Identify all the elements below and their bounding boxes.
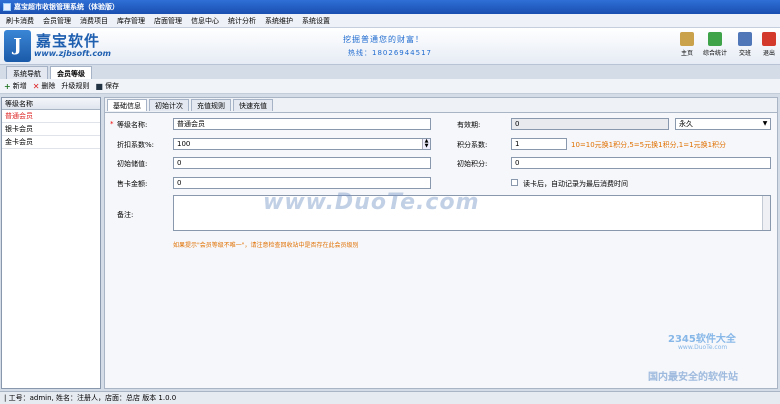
tab-member-level[interactable]: 会员等级	[50, 66, 92, 79]
menu-item-consume-items[interactable]: 消费项目	[80, 16, 108, 26]
save-button[interactable]: ■ 保存	[95, 81, 119, 91]
basic-info-form: * 等级名称: 普通会员 有效期: 0 永久 ▼ 折扣系数%: 100 ▲ ▼ 积…	[105, 112, 777, 388]
list-item[interactable]: 普通会员	[2, 110, 100, 123]
initial-stored-input[interactable]: 0	[173, 157, 431, 169]
menu-item-maintenance[interactable]: 系统维护	[265, 16, 293, 26]
sub-tabs: 基础信息 初始计次 充值规则 快速充值	[107, 99, 275, 111]
points-coefficient-label: 积分系数:	[457, 141, 488, 149]
add-button[interactable]: + 新增	[4, 81, 27, 91]
save-icon: ■	[95, 81, 103, 91]
home-icon	[680, 32, 694, 46]
app-icon	[3, 3, 11, 11]
brand-name: 嘉宝软件	[36, 32, 101, 50]
auto-record-checkbox[interactable]	[511, 179, 518, 186]
banner: J 嘉宝软件 www.zjbsoft.com 挖掘普通您的财富！ 热线：1802…	[0, 28, 780, 65]
toolbar: + 新增 ✕ 删除 升级规则 ■ 保存	[0, 79, 780, 94]
watermark-slogan: 国内最安全的软件站	[648, 372, 738, 383]
upgrade-rules-button[interactable]: 升级规则	[61, 81, 89, 91]
detail-pane: 基础信息 初始计次 充值规则 快速充值 * 等级名称: 普通会员 有效期: 0 …	[104, 97, 778, 389]
status-bar: | 工号：admin, 姓名：注册人，店面：总店 版本 1.0.0	[0, 391, 780, 404]
tab-quick-recharge[interactable]: 快速充值	[233, 99, 273, 111]
menu-item-store[interactable]: 店面管理	[154, 16, 182, 26]
home-button[interactable]: 主页	[674, 32, 700, 62]
exchange-icon	[738, 32, 752, 46]
menu-item-member-management[interactable]: 会员管理	[43, 16, 71, 26]
slogan: 挖掘普通您的财富！	[343, 35, 424, 44]
window-title: 嘉宝超市收银管理系统（体验版）	[14, 3, 119, 11]
tab-recharge-rules[interactable]: 充值规则	[191, 99, 231, 111]
remark-label: 备注:	[117, 211, 134, 219]
brand-url: www.zjbsoft.com	[34, 49, 111, 58]
discount-stepper[interactable]: 100 ▲ ▼	[173, 138, 431, 150]
tab-basic-info[interactable]: 基础信息	[107, 99, 147, 111]
spinner-icon[interactable]: ▲ ▼	[422, 139, 430, 149]
list-item[interactable]: 金卡会员	[2, 136, 100, 149]
menu-item-card-consume[interactable]: 刷卡消费	[6, 16, 34, 26]
validity-input[interactable]: 0	[511, 118, 669, 130]
watermark: www.DuoTe.com	[263, 190, 480, 215]
plus-icon: +	[4, 81, 11, 91]
tab-initial-count[interactable]: 初始计次	[149, 99, 189, 111]
initial-stored-label: 初始储值:	[117, 160, 148, 168]
nav-tabs: 系统导航 会员等级	[0, 66, 780, 79]
hotline: 热线：18026944517	[348, 49, 432, 57]
level-list-header: 等级名称	[2, 98, 100, 110]
points-coefficient-input[interactable]: 1	[511, 138, 567, 150]
card-fee-label: 售卡金额:	[117, 180, 148, 188]
validity-unit-select[interactable]: 永久 ▼	[675, 118, 771, 130]
scrollbar[interactable]	[762, 196, 770, 230]
chevron-down-icon: ▼	[762, 120, 768, 127]
validity-label: 有效期:	[457, 121, 481, 129]
menu-item-settings[interactable]: 系统设置	[302, 16, 330, 26]
logo: J	[4, 30, 31, 62]
initial-points-input[interactable]: 0	[511, 157, 771, 169]
delete-icon: ✕	[32, 81, 40, 91]
card-fee-input[interactable]: 0	[173, 177, 431, 189]
level-list: 等级名称 普通会员 银卡会员 金卡会员	[1, 97, 101, 389]
menu-item-statistics[interactable]: 统计分析	[228, 16, 256, 26]
title-bar: 嘉宝超市收银管理系统（体验版）	[0, 0, 780, 14]
discount-label: 折扣系数%:	[117, 141, 155, 149]
chart-icon	[708, 32, 722, 46]
shift-handover-button[interactable]: 交班	[732, 32, 758, 62]
power-icon	[762, 32, 776, 46]
auto-record-label: 读卡后，自动记录为最后消费时间	[523, 180, 628, 188]
level-name-label: 等级名称:	[117, 121, 148, 129]
exit-button[interactable]: 退出	[756, 32, 780, 62]
warning-note: 如果提示"会员等级不唯一"，请注意检查回收站中是否存在此会员级别	[173, 242, 359, 249]
points-hint: 10=10元换1积分,5=5元换1积分,1=1元换1积分	[571, 141, 727, 149]
statistics-button[interactable]: 综合统计	[702, 32, 728, 62]
menu-item-inventory[interactable]: 库存管理	[117, 16, 145, 26]
menu-item-info-center[interactable]: 信息中心	[191, 16, 219, 26]
level-name-input[interactable]: 普通会员	[173, 118, 431, 130]
tab-system-nav[interactable]: 系统导航	[6, 66, 48, 79]
watermark-logo: 2345软件大全	[668, 334, 736, 345]
delete-button[interactable]: ✕ 删除	[33, 81, 56, 91]
initial-points-label: 初始积分:	[457, 160, 488, 168]
list-item[interactable]: 银卡会员	[2, 123, 100, 136]
watermark-url: www.DuoTe.com	[678, 344, 728, 351]
menu-bar: 刷卡消费 会员管理 消费项目 库存管理 店面管理 信息中心 统计分析 系统维护 …	[0, 14, 780, 28]
